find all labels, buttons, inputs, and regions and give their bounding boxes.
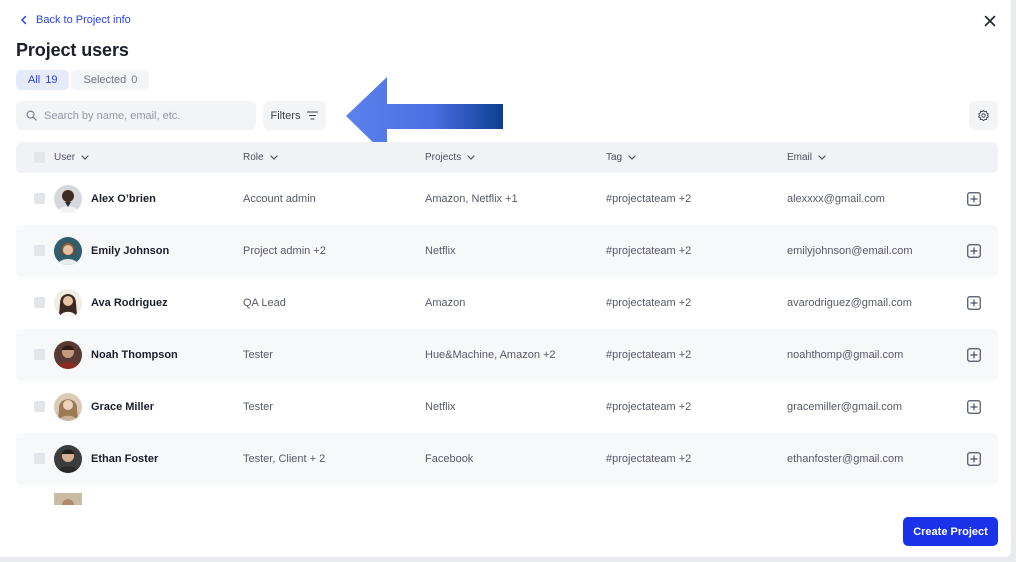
tab-selected-label: Selected [83,74,127,86]
filters-button[interactable]: Filters [263,101,326,130]
search-input[interactable] [44,109,244,122]
add-square-icon[interactable] [967,296,981,310]
tab-all[interactable]: All 19 [16,70,70,90]
create-project-button[interactable]: Create Project [903,517,998,546]
tab-selected-count: 0 [131,74,138,86]
user-name: Alex O’brien [91,193,156,205]
table-row[interactable]: Alex O’brien Account admin Amazon, Netfl… [16,173,998,225]
add-square-icon[interactable] [967,244,981,258]
user-name: Ethan Foster [91,453,159,465]
user-role: Account admin [243,193,316,205]
column-header-role[interactable]: Role [243,142,278,173]
user-tag: #projectateam +2 [606,401,692,413]
column-header-email-label: Email [787,152,813,163]
avatar [54,237,82,265]
table-header: User Role Projects Tag Email [16,142,998,173]
column-header-role-label: Role [243,152,264,163]
gear-icon [978,109,989,122]
back-to-project-info-link[interactable]: Back to Project info [20,14,131,26]
tab-selected[interactable]: Selected 0 [71,70,150,90]
add-square-icon[interactable] [967,452,981,466]
filter-lines-icon [307,111,319,120]
select-all-checkbox[interactable] [34,152,45,163]
row-checkbox[interactable] [34,349,45,360]
row-checkbox[interactable] [34,401,45,412]
chevron-down-icon [81,155,89,160]
filters-label: Filters [270,109,301,122]
user-name: Noah Thompson [91,349,178,361]
table-row[interactable]: Emily Johnson Project admin +2 Netflix #… [16,225,998,277]
search-icon [26,110,37,121]
tab-all-count: 19 [45,74,58,86]
chevron-down-icon [467,155,475,160]
user-email: gracemiller@gmail.com [787,401,903,413]
footer-bar: Create Project [0,505,1011,557]
user-projects: Facebook [425,453,474,465]
avatar [54,341,82,369]
user-name: Ava Rodriguez [91,297,168,309]
user-projects: Amazon [425,297,466,309]
user-tag: #projectateam +2 [606,297,692,309]
avatar [54,185,82,213]
user-projects: Amazon, Netflix +1 [425,193,518,205]
project-users-panel: Back to Project info Project users All 1… [0,0,1011,557]
user-role: Tester [243,401,273,413]
add-square-icon[interactable] [967,348,981,362]
row-checkbox[interactable] [34,193,45,204]
user-email: ethanfoster@gmail.com [787,453,904,465]
avatar [54,393,82,421]
user-email: noahthomp@gmail.com [787,349,904,361]
column-header-email[interactable]: Email [787,142,826,173]
page-title: Project users [16,40,129,60]
row-checkbox[interactable] [34,297,45,308]
table-row[interactable]: Ava Rodriguez QA Lead Amazon #projectate… [16,277,998,329]
chevron-left-icon [21,15,27,25]
close-icon[interactable] [982,13,998,29]
column-header-projects[interactable]: Projects [425,142,475,173]
avatar [54,289,82,317]
user-role: Tester, Client + 2 [243,453,326,465]
user-tag: #projectateam +2 [606,349,692,361]
user-role: Tester [243,349,273,361]
user-projects: Netflix [425,245,456,257]
user-role: Project admin +2 [243,245,326,257]
chevron-down-icon [269,155,278,160]
tab-all-label: All [28,74,41,86]
chevron-down-icon [818,155,826,160]
user-projects: Hue&Machine, Amazon +2 [425,349,556,361]
user-filter-tabs: All 19 Selected 0 [16,70,150,90]
user-projects: Netflix [425,401,456,413]
column-header-tag[interactable]: Tag [606,142,636,173]
table-row[interactable]: Ethan Foster Tester, Client + 2 Facebook… [16,433,998,485]
user-email: avarodriguez@gmail.com [787,297,912,309]
row-checkbox[interactable] [34,245,45,256]
table-row-partial [16,493,998,505]
back-link-label: Back to Project info [36,14,131,26]
column-header-tag-label: Tag [606,152,623,163]
add-square-icon[interactable] [967,192,981,206]
user-tag: #projectateam +2 [606,245,692,257]
column-header-user-label: User [54,152,76,163]
column-header-user[interactable]: User [54,142,89,173]
user-name: Emily Johnson [91,245,170,257]
table-row[interactable]: Grace Miller Tester Netflix #projectatea… [16,381,998,433]
table-row[interactable]: Noah Thompson Tester Hue&Machine, Amazon… [16,329,998,381]
search-box [16,101,256,130]
table-settings-button[interactable] [969,101,998,130]
user-tag: #projectateam +2 [606,193,692,205]
add-square-icon[interactable] [967,400,981,414]
column-header-projects-label: Projects [425,152,462,163]
chevron-down-icon [628,155,636,160]
user-name: Grace Miller [91,401,154,413]
user-role: QA Lead [243,297,286,309]
avatar [54,493,82,505]
user-email: emilyjohnson@email.com [787,245,913,257]
user-email: alexxxx@gmail.com [787,193,885,205]
avatar [54,445,82,473]
row-checkbox[interactable] [34,453,45,464]
user-tag: #projectateam +2 [606,453,692,465]
